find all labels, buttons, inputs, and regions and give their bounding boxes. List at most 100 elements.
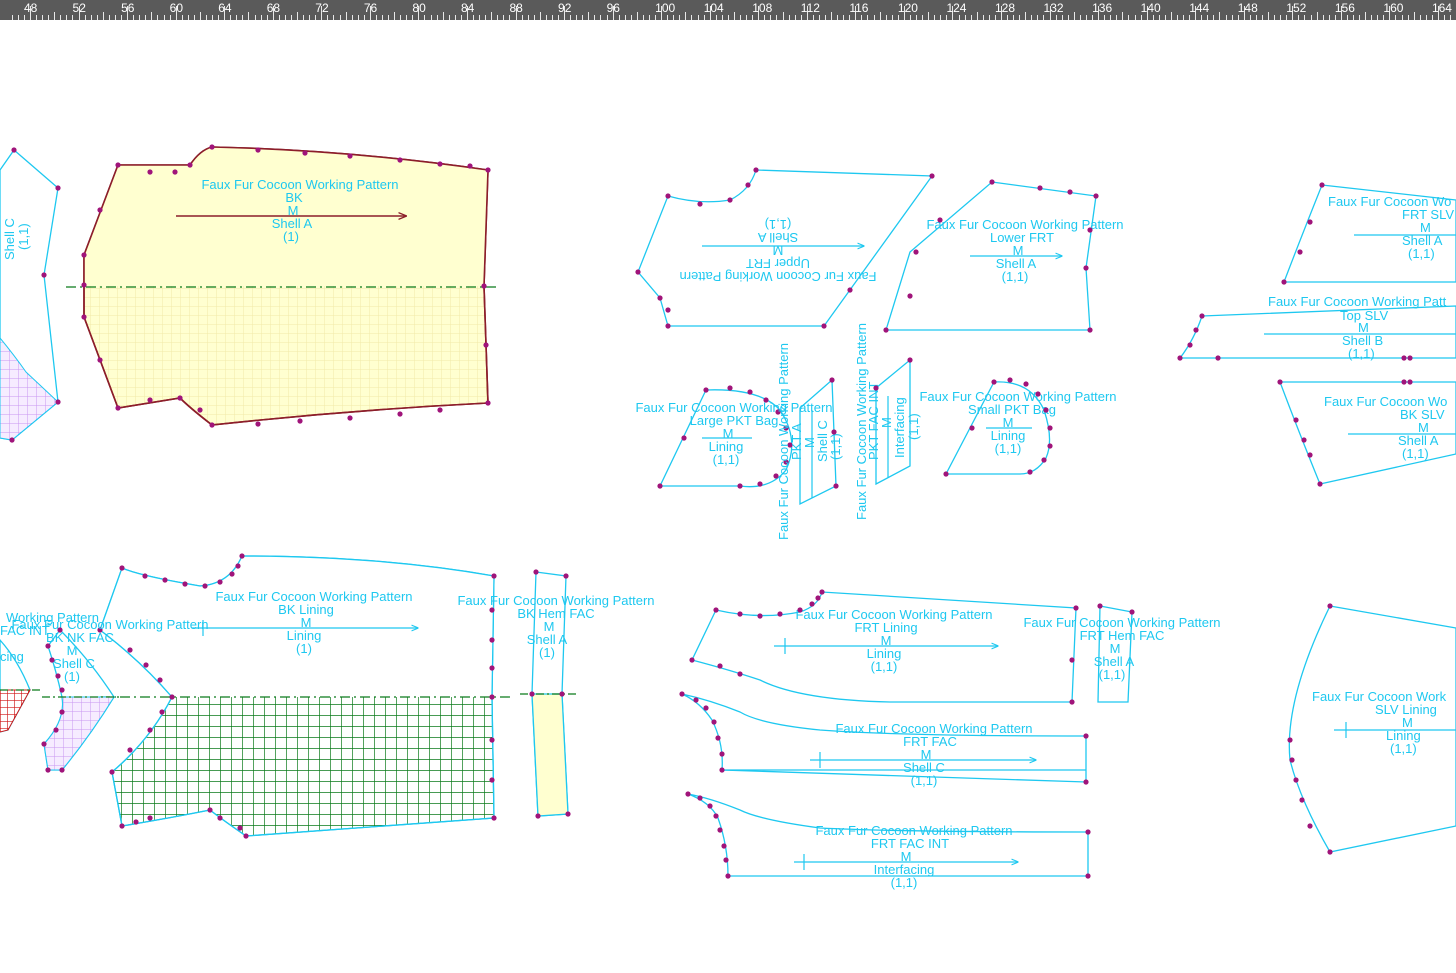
vertex-point[interactable] [1407,379,1413,385]
vertex-point[interactable] [713,813,719,819]
vertex-point[interactable] [489,607,495,613]
vertex-point[interactable] [397,157,403,163]
vertex-point[interactable] [819,589,825,595]
vertex-point[interactable] [302,150,308,156]
vertex-point[interactable] [9,437,15,443]
vertex-point[interactable] [1287,737,1293,743]
vertex-point[interactable] [883,327,889,333]
vertex-point[interactable] [1035,391,1041,397]
vertex-point[interactable] [937,217,943,223]
vertex-point[interactable] [59,687,65,693]
vertex-point[interactable] [747,389,753,395]
vertex-point[interactable] [147,727,153,733]
vertex-point[interactable] [147,397,153,403]
vertex-point[interactable] [723,857,729,863]
vertex-point[interactable] [689,657,695,663]
piece-lower-frt[interactable]: Faux Fur Cocoon Working Pattern Lower FR… [883,179,1124,333]
vertex-point[interactable] [821,323,827,329]
vertex-point[interactable] [157,677,163,683]
vertex-point[interactable] [833,483,839,489]
vertex-point[interactable] [1007,377,1013,383]
vertex-point[interactable] [745,182,751,188]
vertex-point[interactable] [1187,342,1193,348]
vertex-point[interactable] [563,573,569,579]
piece-bk-lining[interactable]: Faux Fur Cocoon Working Pattern BK Linin… [97,553,510,839]
vertex-point[interactable] [737,611,743,617]
pattern-canvas[interactable]: Faux Fur Cocoon Working Pattern BK M She… [0,20,1456,973]
vertex-point[interactable] [143,662,149,668]
vertex-point[interactable] [1199,313,1205,319]
vertex-point[interactable] [943,471,949,477]
vertex-point[interactable] [255,147,261,153]
vertex-point[interactable] [147,169,153,175]
vertex-point[interactable] [711,719,717,725]
vertex-point[interactable] [991,379,997,385]
vertex-point[interactable] [717,663,723,669]
vertex-point[interactable] [1307,219,1313,225]
vertex-point[interactable] [485,167,491,173]
vertex-point[interactable] [1067,189,1073,195]
vertex-point[interactable] [133,819,139,825]
vertex-point[interactable] [45,767,51,773]
vertex-point[interactable] [202,583,208,589]
vertex-point[interactable] [727,385,733,391]
vertex-point[interactable] [119,565,125,571]
vertex-point[interactable] [719,767,725,773]
vertex-point[interactable] [169,694,175,700]
vertex-point[interactable] [197,407,203,413]
vertex-point[interactable] [797,607,803,613]
vertex-point[interactable] [49,657,55,663]
vertex-point[interactable] [255,421,261,427]
vertex-point[interactable] [1407,355,1413,361]
vertex-point[interactable] [1047,443,1053,449]
vertex-point[interactable] [1327,849,1333,855]
vertex-point[interactable] [1043,407,1049,413]
vertex-point[interactable] [665,307,671,313]
vertex-point[interactable] [1027,469,1033,475]
vertex-point[interactable] [1307,452,1313,458]
vertex-point[interactable] [489,665,495,671]
vertex-point[interactable] [97,207,103,213]
vertex-point[interactable] [115,162,121,168]
vertex-point[interactable] [777,611,783,617]
vertex-point[interactable] [437,407,443,413]
vertex-point[interactable] [57,627,63,633]
vertex-point[interactable] [1073,605,1079,611]
vertex-point[interactable] [1299,797,1305,803]
piece-pkt-a[interactable]: Faux Fur Cocoon Working Pattern PKT A M … [776,343,843,540]
vertex-point[interactable] [1023,381,1029,387]
vertex-point[interactable] [485,400,491,406]
vertex-point[interactable] [1083,265,1089,271]
vertex-point[interactable] [162,577,168,583]
vertex-point[interactable] [717,827,723,833]
vertex-point[interactable] [127,747,133,753]
vertex-point[interactable] [55,673,61,679]
piece-pkt-fac-int[interactable]: Faux Fur Cocoon Working Pattern PKT FAC … [854,323,921,520]
vertex-point[interactable] [1069,699,1075,705]
vertex-point[interactable] [1041,457,1047,463]
vertex-point[interactable] [1289,757,1295,763]
vertex-point[interactable] [829,377,835,383]
vertex-point[interactable] [697,201,703,207]
vertex-point[interactable] [347,415,353,421]
vertex-point[interactable] [693,697,699,703]
vertex-point[interactable] [239,553,245,559]
vertex-point[interactable] [737,671,743,677]
vertex-point[interactable] [491,815,497,821]
vertex-point[interactable] [1097,603,1103,609]
vertex-point[interactable] [1301,437,1307,443]
vertex-point[interactable] [685,791,691,797]
vertex-point[interactable] [929,173,935,179]
vertex-point[interactable] [719,751,725,757]
piece-left-top[interactable]: Shell C (1,1) [0,147,61,443]
vertex-point[interactable] [913,249,919,255]
piece-frt-lining[interactable]: Faux Fur Cocoon Working Pattern FRT Lini… [689,589,1079,705]
vertex-point[interactable] [873,385,879,391]
vertex-point[interactable] [763,397,769,403]
vertex-point[interactable] [81,282,87,288]
vertex-point[interactable] [1083,733,1089,739]
vertex-point[interactable] [1317,481,1323,487]
vertex-point[interactable] [1297,249,1303,255]
vertex-point[interactable] [55,399,61,405]
vertex-point[interactable] [1293,417,1299,423]
